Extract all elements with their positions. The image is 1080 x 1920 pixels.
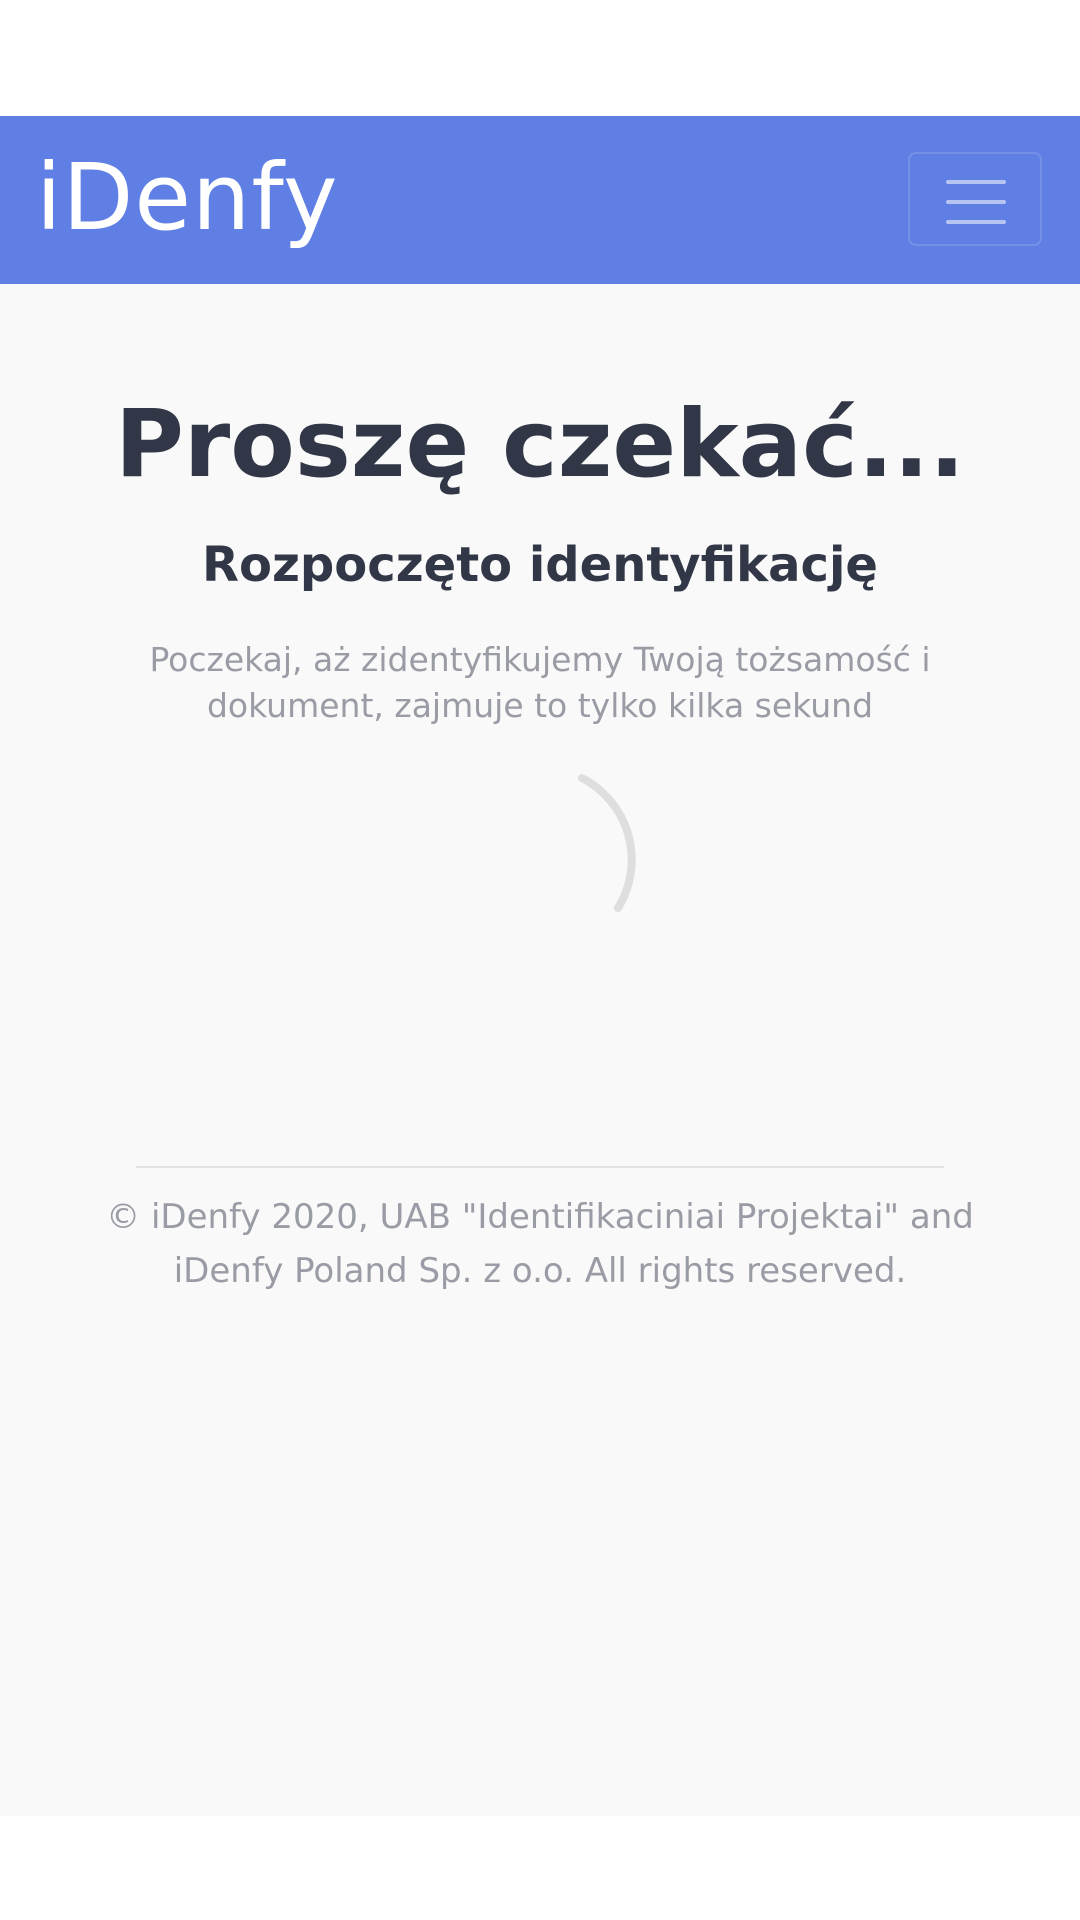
menu-toggle-button[interactable] <box>908 152 1042 246</box>
footer-copyright: © iDenfy 2020, UAB "Identifikaciniai Pro… <box>106 1197 974 1291</box>
menu-line <box>946 180 1006 184</box>
page-title: Proszę czekać... <box>115 389 965 499</box>
page-subtitle: Rozpoczęto identyfikację <box>202 536 878 593</box>
loading-spinner-icon <box>578 774 636 912</box>
page-description: Poczekaj, aż zidentyfikujemy Twoją tożsa… <box>149 640 931 725</box>
logo[interactable]: iDenfy <box>36 138 339 258</box>
footer-divider <box>136 1166 944 1168</box>
menu-line <box>946 200 1006 204</box>
status-bar-area <box>0 0 1080 116</box>
menu-line <box>946 220 1006 224</box>
hamburger-menu-icon <box>946 180 1006 224</box>
main-content <box>0 284 1080 1816</box>
bottom-area <box>0 1816 1080 1920</box>
